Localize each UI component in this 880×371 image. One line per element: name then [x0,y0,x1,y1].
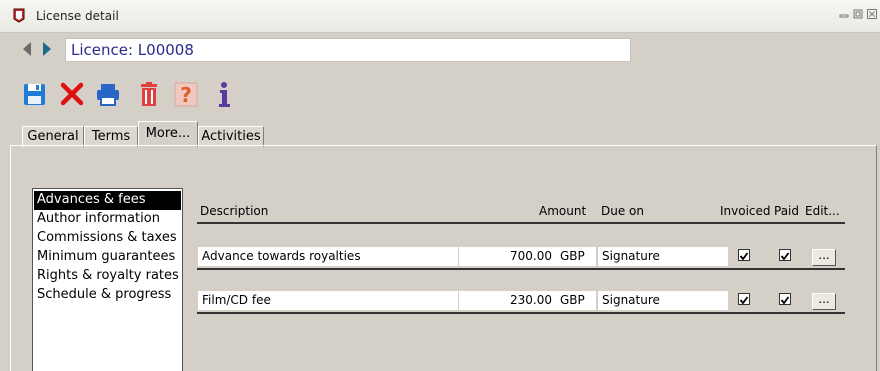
delete-icon[interactable] [59,79,85,109]
window-title: License detail [36,9,119,23]
section-item-commissions-taxes[interactable]: Commissions & taxes [34,229,181,248]
checkmark-icon [739,296,749,305]
invoiced-checkbox[interactable] [738,293,750,305]
row-divider [197,268,845,270]
close-icon[interactable] [866,8,878,20]
svg-text:?: ? [180,83,192,107]
tab-general[interactable]: General [22,126,84,147]
save-icon[interactable] [22,79,48,109]
checkmark-icon [780,296,790,305]
previous-record-icon[interactable] [20,40,34,58]
description-field[interactable]: Advance towards royalties [198,247,458,266]
section-item-rights-royalty-rates[interactable]: Rights & royalty rates [34,267,181,286]
section-item-author-information[interactable]: Author information [34,210,181,229]
amount-field[interactable]: 230.00 [459,291,556,310]
minimize-icon[interactable] [838,8,850,20]
section-item-advances-fees[interactable]: Advances & fees [34,191,181,210]
checkmark-icon [739,252,749,261]
column-header-due-on: Due on [601,204,644,218]
currency-field[interactable]: GBP [556,247,596,266]
currency-field[interactable]: GBP [556,291,596,310]
section-item-minimum-guarantees[interactable]: Minimum guarantees [34,248,181,267]
section-list[interactable]: Advances & fees Author information Commi… [32,188,183,371]
description-field[interactable]: Film/CD fee [198,291,458,310]
trash-icon[interactable] [136,79,162,109]
section-item-schedule-progress[interactable]: Schedule & progress [34,286,181,305]
maximize-icon[interactable] [852,8,864,20]
paid-checkbox[interactable] [779,249,791,261]
due-on-field[interactable]: Signature [598,291,728,310]
help-icon[interactable]: ? [173,79,199,109]
invoiced-checkbox[interactable] [738,249,750,261]
record-title-field[interactable]: Licence: L00008 [65,38,631,62]
paid-checkbox[interactable] [779,293,791,305]
tab-more[interactable]: More... [138,121,198,147]
next-record-icon[interactable] [40,40,54,58]
print-icon[interactable] [95,79,121,109]
header-divider [197,222,845,224]
edit-row-button[interactable]: ... [812,293,836,310]
checkmark-icon [780,252,790,261]
column-header-invoiced: Invoiced [720,204,771,218]
title-bar: License detail [0,0,880,33]
column-header-amount: Amount [539,204,587,218]
due-on-field[interactable]: Signature [598,247,728,266]
row-divider [197,312,845,314]
edit-row-button[interactable]: ... [812,249,836,266]
app-icon [13,8,25,23]
tab-activities[interactable]: Activities [198,126,264,147]
info-icon[interactable] [211,79,237,109]
tab-terms[interactable]: Terms [84,126,138,147]
column-header-edit: Edit... [805,204,840,218]
column-header-description: Description [200,204,269,218]
column-header-paid: Paid [774,204,800,218]
amount-field[interactable]: 700.00 [459,247,556,266]
